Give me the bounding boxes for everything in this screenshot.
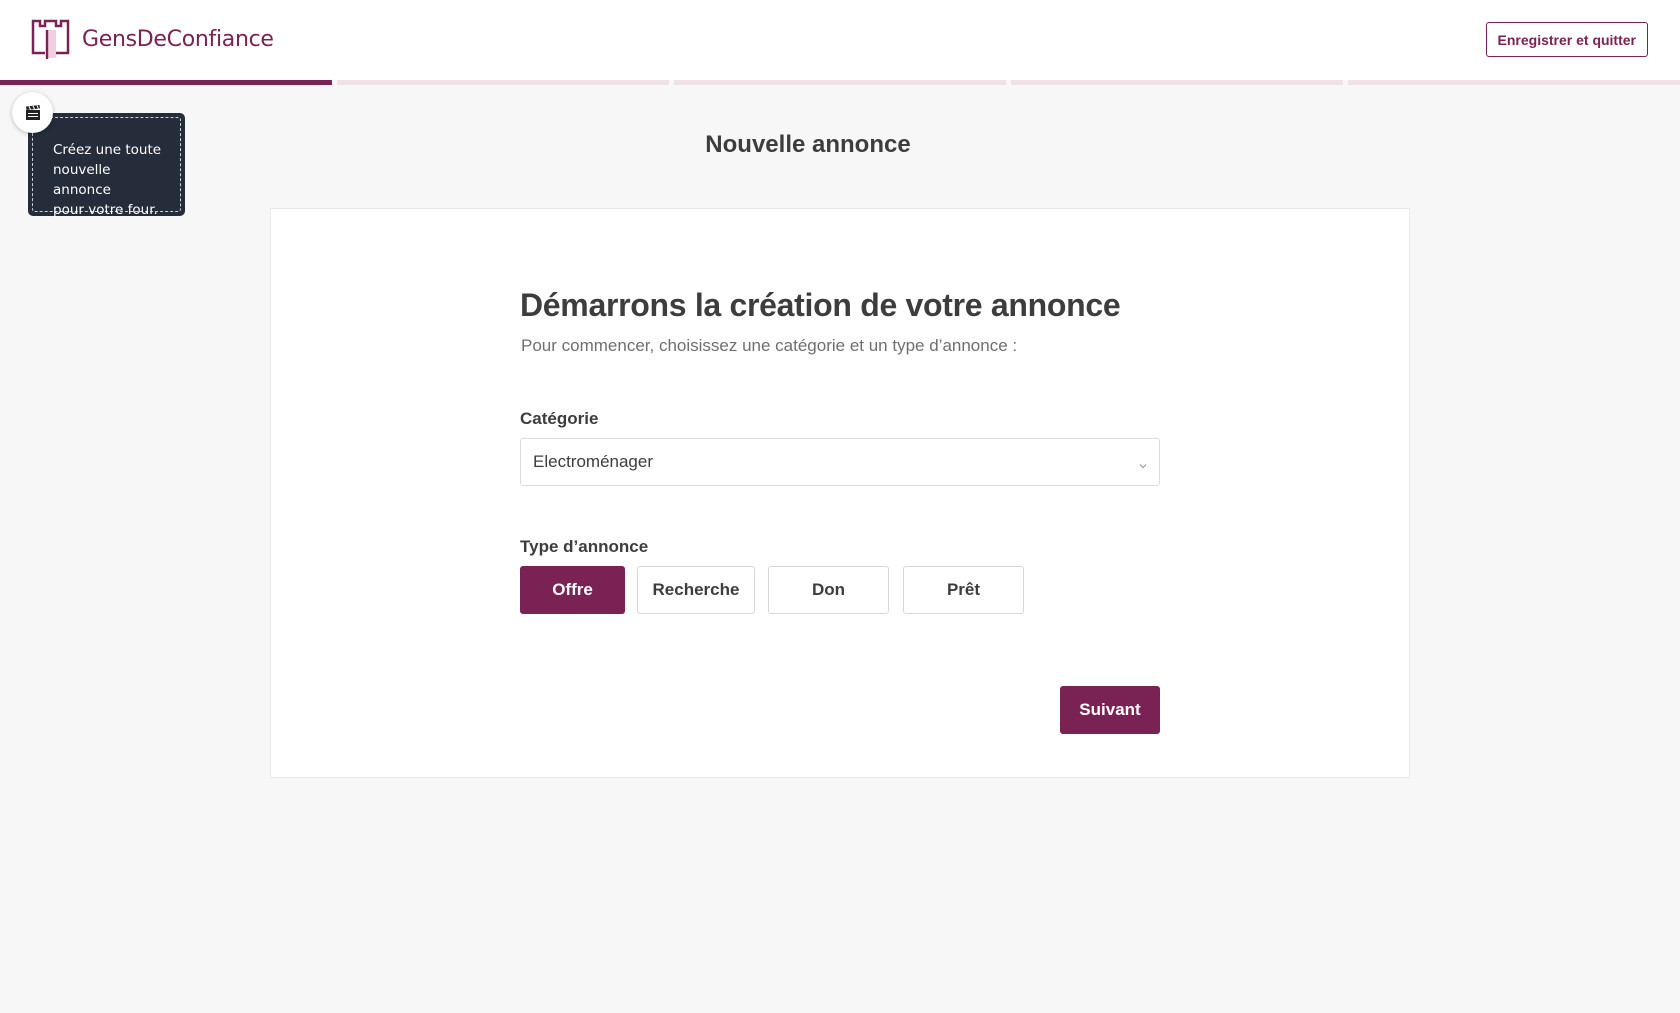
category-select[interactable]: Electroménager [520, 438, 1160, 486]
progress-step-1 [0, 80, 332, 85]
chevron-down-icon [1138, 456, 1148, 476]
listing-form-card: Démarrons la création de votre annonce P… [270, 208, 1410, 778]
type-recherche-button[interactable]: Recherche [637, 566, 755, 614]
page-title: Nouvelle annonce [705, 131, 911, 158]
listing-type-label: Type d’annonce [520, 537, 649, 556]
tooltip-line-3: pour votre four. [53, 202, 158, 218]
type-offre-button[interactable]: Offre [520, 566, 625, 614]
progress-step-5 [1348, 80, 1680, 85]
category-selected-value: Electroménager [533, 452, 654, 471]
category-label: Catégorie [520, 409, 599, 428]
type-don-button[interactable]: Don [768, 566, 889, 614]
progress-step-4 [1011, 80, 1343, 85]
brand-logo-link[interactable]: GensDeConfiance [31, 19, 274, 59]
form-heading: Démarrons la création de votre annonce [520, 287, 1121, 323]
save-and-quit-button[interactable]: Enregistrer et quitter [1485, 22, 1648, 57]
castle-tower-icon [31, 19, 70, 59]
brand-name: GensDeConfiance [82, 26, 274, 52]
progress-step-3 [674, 80, 1006, 85]
form-subtitle: Pour commencer, choisissez une catégorie… [521, 336, 1018, 355]
tooltip-line-2: nouvelle annonce [53, 162, 111, 198]
tooltip-line-1: Créez une toute [53, 142, 162, 158]
progress-step-2 [337, 80, 669, 85]
help-tooltip: Créez une toute nouvelle annonce pour vo… [28, 113, 185, 218]
next-button[interactable]: Suivant [1060, 686, 1160, 734]
step-progress-bar [0, 80, 1680, 85]
top-bar: GensDeConfiance Enregistrer et quitter [0, 0, 1680, 80]
clapperboard-icon[interactable] [12, 92, 53, 133]
type-pret-button[interactable]: Prêt [903, 566, 1024, 614]
